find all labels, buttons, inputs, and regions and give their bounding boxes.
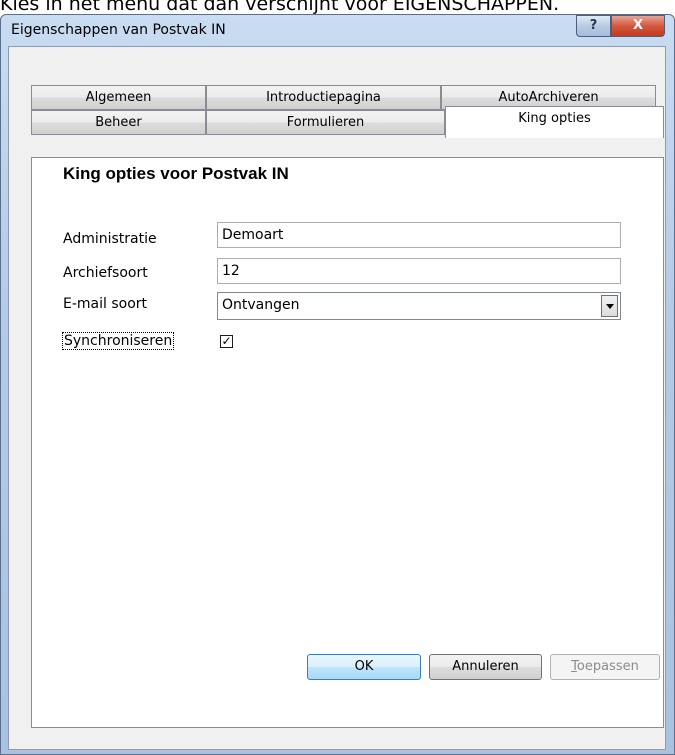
panel-heading: King opties voor Postvak IN	[63, 164, 289, 183]
email-soort-dropdown[interactable]: Ontvangen	[217, 292, 621, 320]
chevron-down-icon[interactable]	[601, 295, 618, 317]
help-button[interactable]: ?	[576, 15, 611, 37]
email-soort-value: Ontvangen	[222, 297, 300, 313]
synchroniseren-label[interactable]: Synchroniseren	[61, 332, 175, 350]
tab-algemeen[interactable]: Algemeen	[31, 85, 206, 110]
ok-button[interactable]: OK	[307, 654, 421, 680]
archiefsoort-label: Archiefsoort	[63, 265, 148, 281]
close-button[interactable]: X	[611, 15, 665, 37]
window-title: Eigenschappen van Postvak IN	[11, 22, 226, 38]
properties-dialog: Eigenschappen van Postvak IN ? X Algemee…	[0, 14, 675, 755]
tab-introductiepagina[interactable]: Introductiepagina	[206, 85, 441, 110]
cancel-button[interactable]: Annuleren	[429, 654, 542, 680]
administratie-label: Administratie	[63, 231, 157, 247]
synchroniseren-checkbox[interactable]: ✓	[220, 335, 233, 348]
administratie-field[interactable]: Demoart	[217, 222, 621, 248]
apply-label-rest: oepassen	[576, 659, 639, 674]
tab-beheer[interactable]: Beheer	[31, 110, 206, 135]
archiefsoort-field[interactable]: 12	[217, 258, 621, 284]
dialog-body: Algemeen Introductiepagina AutoArchivere…	[8, 46, 666, 750]
title-bar[interactable]: Eigenschappen van Postvak IN ? X	[1, 15, 674, 47]
apply-button[interactable]: Toepassen	[550, 654, 660, 680]
email-soort-label: E-mail soort	[63, 296, 148, 312]
tab-king-opties[interactable]: King opties	[445, 106, 664, 138]
synchroniseren-label-wrap[interactable]: Synchroniseren	[61, 332, 175, 350]
tab-formulieren[interactable]: Formulieren	[206, 110, 445, 135]
